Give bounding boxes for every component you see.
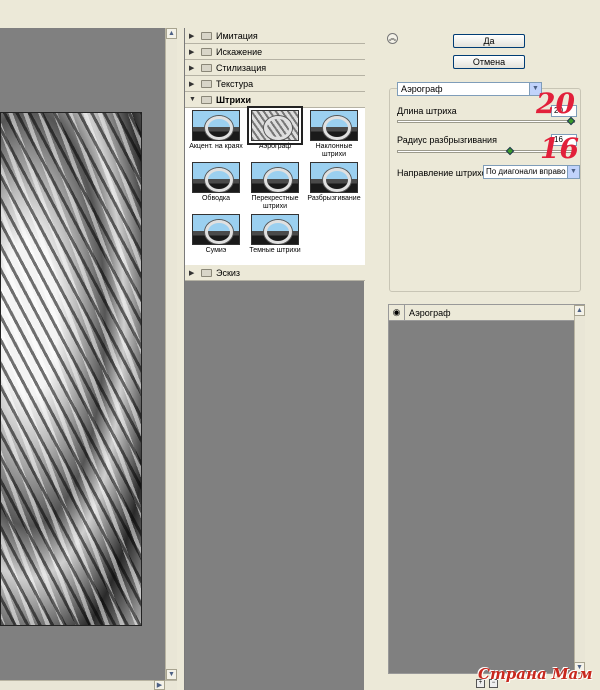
folder-icon [201, 63, 212, 72]
thumbnail-dark-strokes[interactable]: Темные штрихи [246, 214, 304, 255]
preview-vertical-scrollbar[interactable]: ▲ ▼ [165, 28, 177, 680]
handwritten-annotation-20: 20 [536, 87, 575, 120]
cancel-button[interactable]: Отмена [453, 55, 525, 69]
thumbnail-spatter[interactable]: Разбрызгивание [305, 162, 363, 203]
thumbnail-label: Обводка [201, 195, 231, 202]
thumbnail-image [192, 110, 240, 141]
thumbnail-spatter-airbrush[interactable]: Аэрограф [246, 106, 304, 151]
thumbnail-label: Разбрызгивание [307, 195, 361, 202]
spray-radius-label: Радиус разбрызгивания [397, 135, 497, 145]
layers-scrollbar[interactable]: ▲ ▼ [574, 305, 585, 673]
effect-layers-panel: ◉ Аэрограф ▲ ▼ [388, 304, 585, 674]
stroke-length-label: Длина штриха [397, 106, 457, 116]
thumbnail-label: Перекрестные штрихи [251, 195, 299, 210]
thumbnail-label: Акцент. на краях [189, 143, 243, 150]
collapse-gallery-icon[interactable]: ︽ [387, 33, 398, 44]
thumbnail-image [310, 162, 358, 193]
category-label: Имитация [216, 30, 258, 41]
preview-horizontal-scrollbar[interactable]: ▶ [0, 680, 177, 690]
filter-gallery: ▶ Имитация ▶ Искажение ▶ Стилизация ▶ Те… [184, 28, 365, 690]
thumbnail-crosshatch[interactable]: Перекрестные штрихи [246, 162, 304, 211]
effect-layer-row[interactable]: ◉ Аэрограф [389, 304, 574, 321]
direction-label: Направление штрихов: [397, 168, 494, 178]
category-label: Стилизация [216, 62, 267, 73]
thumbnail-image [247, 106, 303, 145]
thumbnail-image [251, 214, 299, 245]
thumbnail-sumi-e[interactable]: Сумиэ [187, 214, 245, 255]
triangle-right-icon: ▶ [189, 269, 195, 277]
thumbnail-image [310, 110, 358, 141]
scroll-down-icon[interactable]: ▼ [166, 669, 177, 680]
stroke-length-slider[interactable] [397, 116, 576, 126]
thumbnail-angled-strokes[interactable]: Наклонные штрихи [305, 110, 363, 159]
chevron-down-icon[interactable]: ▼ [567, 166, 579, 178]
direction-select[interactable]: По диагонали вправо ▼ [483, 165, 580, 179]
thumbnail-image [192, 214, 240, 245]
preview-pane[interactable] [0, 28, 165, 680]
category-imitation[interactable]: ▶ Имитация [185, 28, 365, 44]
category-stylize[interactable]: ▶ Стилизация [185, 60, 365, 76]
category-distort[interactable]: ▶ Искажение [185, 44, 365, 60]
triangle-right-icon: ▶ [189, 32, 195, 40]
thumbnail-label: Наклонные штрихи [315, 143, 353, 158]
effect-layer-name: Аэрограф [409, 307, 451, 318]
preview-image [0, 112, 142, 626]
folder-icon [201, 31, 212, 40]
scroll-up-icon[interactable]: ▲ [574, 305, 585, 316]
scroll-right-icon[interactable]: ▶ [154, 680, 165, 690]
handwritten-annotation-16: 16 [540, 132, 579, 165]
category-label: Искажение [216, 46, 263, 57]
folder-icon [201, 268, 212, 277]
triangle-right-icon: ▶ [189, 64, 195, 72]
category-label: Эскиз [216, 267, 241, 278]
filter-select-value: Аэрограф [401, 84, 443, 94]
thumbnail-label: Сумиэ [205, 247, 227, 254]
thumbnail-image [192, 162, 240, 193]
folder-icon [201, 95, 212, 104]
triangle-down-icon: ▼ [189, 96, 196, 103]
category-label: Штрихи [216, 94, 252, 105]
category-label: Текстура [216, 78, 254, 89]
triangle-right-icon: ▶ [189, 48, 195, 56]
category-sketch[interactable]: ▶ Эскиз [185, 265, 365, 281]
thumbnail-label: Темные штрихи [249, 247, 301, 254]
folder-icon [201, 79, 212, 88]
thumbnail-outline[interactable]: Обводка [187, 162, 245, 203]
thumbnails-panel: Акцент. на краях Аэрограф Наклонные штри… [185, 106, 365, 268]
thumbnail-label: Аэрограф [258, 143, 292, 150]
category-strokes[interactable]: ▼ Штрихи [185, 92, 365, 108]
thumbnail-image [251, 162, 299, 193]
ok-button[interactable]: Да [453, 34, 525, 48]
triangle-right-icon: ▶ [189, 80, 195, 88]
direction-select-value: По диагонали вправо [486, 167, 566, 176]
scroll-up-icon[interactable]: ▲ [166, 28, 177, 39]
eye-icon[interactable]: ◉ [389, 304, 405, 321]
category-texture[interactable]: ▶ Текстура [185, 76, 365, 92]
folder-icon [201, 47, 212, 56]
filter-select[interactable]: Аэрограф ▼ [397, 82, 542, 96]
thumbnail-accented-edges[interactable]: Акцент. на краях [187, 110, 245, 151]
watermark: Страна Мам [478, 665, 593, 683]
